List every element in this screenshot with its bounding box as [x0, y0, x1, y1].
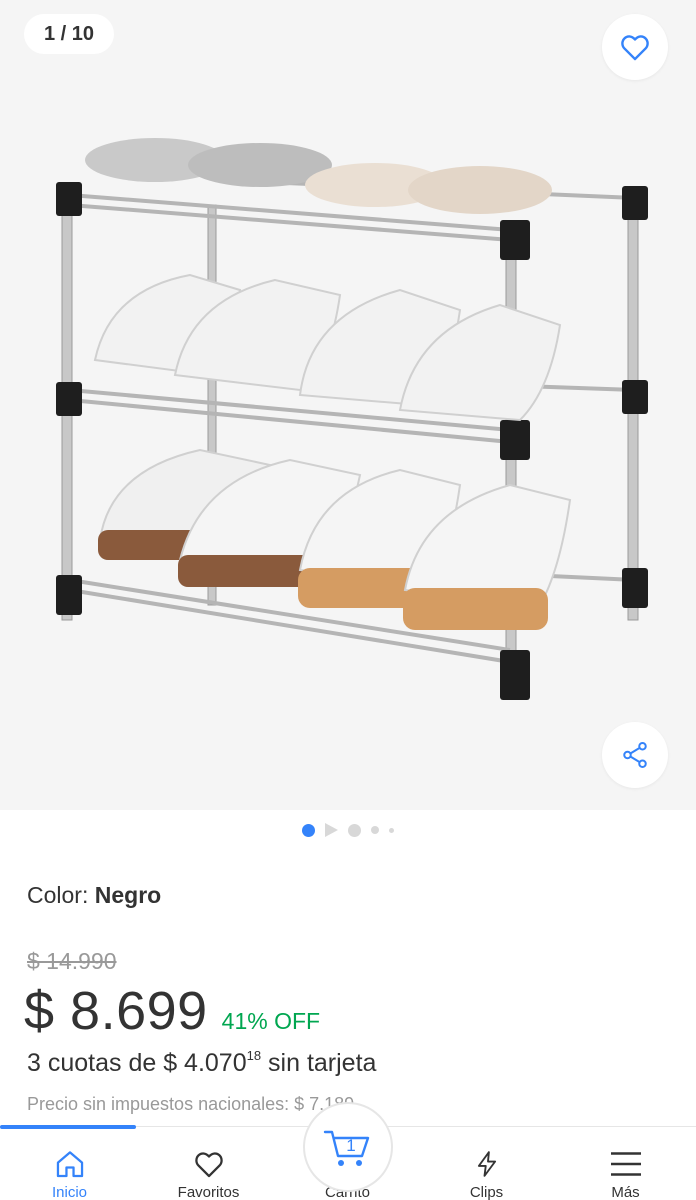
color-value: Negro: [94, 882, 162, 908]
cart-icon: 1: [323, 1130, 370, 1166]
lightning-icon: [477, 1151, 496, 1177]
gallery-pagination: [0, 822, 696, 838]
nav-item-clips[interactable]: Clips: [417, 1127, 556, 1200]
installments-amount: 3 cuotas de $ 4.070: [27, 1049, 247, 1077]
nav-label: Inicio: [51, 1184, 88, 1200]
pagination-dot[interactable]: [371, 826, 379, 834]
nav-label: Más: [611, 1184, 640, 1200]
pagination-dot[interactable]: [348, 823, 361, 837]
home-icon: [56, 1151, 83, 1178]
pagination-dot[interactable]: [389, 827, 394, 833]
heart-icon: [194, 1152, 223, 1178]
product-image-shoe-rack: [56, 138, 648, 700]
installments-text: 3 cuotas de $ 4.07018 sin tarjeta: [27, 1048, 376, 1078]
nav-item-inicio[interactable]: Inicio: [0, 1127, 139, 1200]
original-price: $ 14.990: [27, 948, 117, 974]
installments-suffix: sin tarjeta: [261, 1049, 377, 1077]
color-selection: Color: Negro: [27, 882, 161, 909]
nav-item-favoritos[interactable]: Favoritos: [139, 1127, 278, 1200]
product-image-gallery[interactable]: 1 / 10: [0, 0, 696, 810]
installments-cents: 18: [246, 1048, 262, 1063]
video-indicator-icon[interactable]: [325, 823, 338, 837]
discount-badge: 41% OFF: [221, 1008, 321, 1034]
color-label: Color:: [27, 882, 89, 908]
cart-count: 1: [346, 1136, 355, 1155]
share-button[interactable]: [602, 722, 668, 788]
price-row: $ 8.699 41% OFF: [24, 980, 320, 1042]
favorite-button[interactable]: [602, 14, 668, 80]
image-counter: 1 / 10: [24, 14, 115, 54]
pagination-dot-active[interactable]: [302, 823, 315, 837]
share-icon: [623, 742, 647, 768]
nav-label: Clips: [469, 1184, 504, 1200]
current-price: $ 8.699: [24, 981, 208, 1041]
cart-button[interactable]: 1: [303, 1102, 393, 1192]
nav-item-mas[interactable]: Más: [556, 1127, 695, 1200]
heart-icon: [621, 35, 649, 61]
nav-label: Favoritos: [177, 1184, 240, 1200]
menu-icon: [610, 1152, 641, 1176]
